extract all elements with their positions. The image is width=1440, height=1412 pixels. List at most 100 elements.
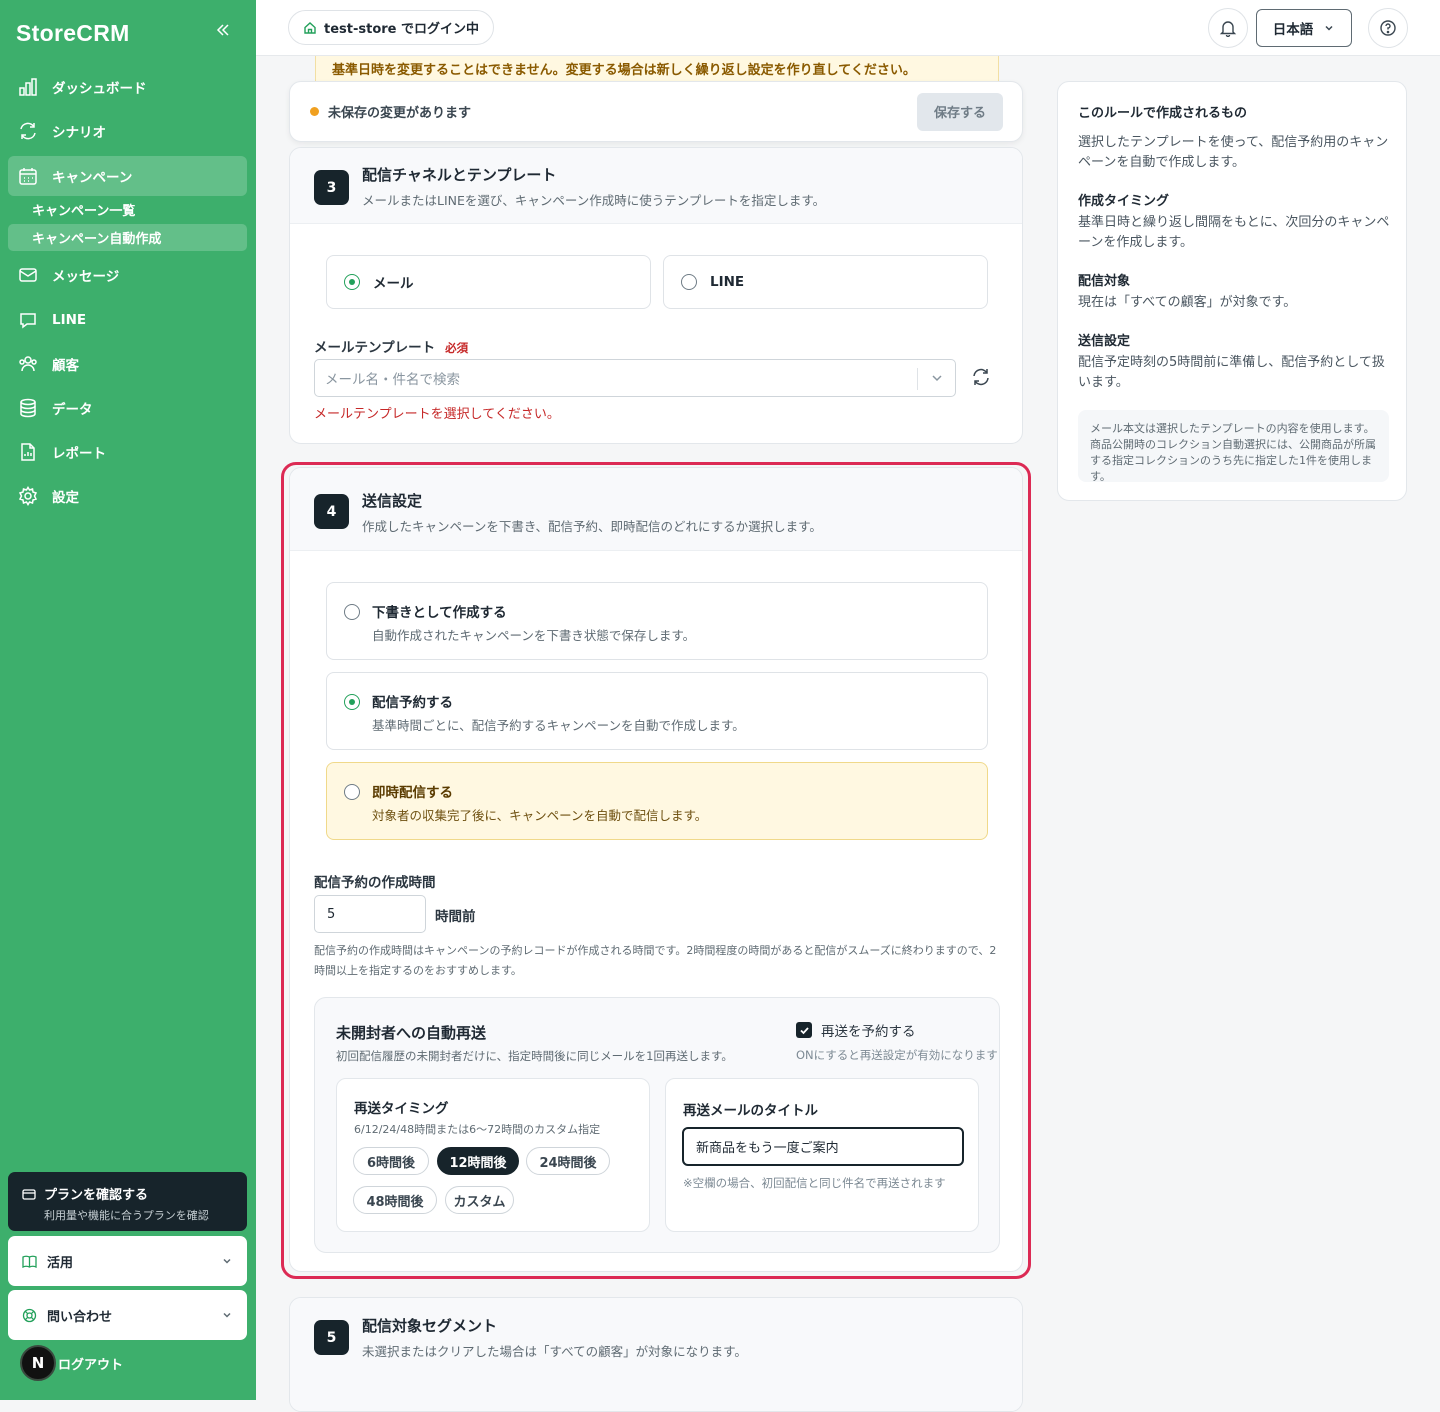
aside-intro: 選択したテンプレートを使って、配信予約用のキャンペーンを自動で作成します。	[1078, 135, 1389, 170]
collapse-sidebar-icon[interactable]	[215, 22, 231, 43]
sidebar-item-report[interactable]: レポート	[8, 432, 247, 472]
calendar-icon	[19, 168, 37, 185]
refresh-icon	[973, 368, 989, 386]
language-label: 日本語	[1272, 22, 1314, 38]
section-header: 3 配信チャネルとテンプレート メールまたはLINEを選び、キャンペーン作成時に…	[290, 148, 1022, 224]
sidebar-item-label: キャンペーン	[52, 170, 133, 186]
chevron-down-icon[interactable]	[930, 371, 944, 385]
channel-label: メール	[373, 276, 414, 292]
chevron-down-icon	[1325, 25, 1333, 31]
sidebar-item-label: LINE	[52, 312, 87, 328]
sidebar-item-data[interactable]: データ	[8, 388, 247, 428]
unsaved-text: 未保存の変更があります	[328, 106, 472, 121]
topbar: test-store でログイン中 日本語	[256, 0, 1440, 56]
sidebar-item-dashboard[interactable]: ダッシュボード	[8, 67, 247, 107]
sidebar-item-message[interactable]: メッセージ	[8, 255, 247, 295]
accordion-label: 活用	[47, 1255, 74, 1271]
section-title: 配信チャネルとテンプレート	[362, 166, 557, 184]
template-error: メールテンプレートを選択してください。	[314, 407, 560, 422]
select-divider	[917, 368, 918, 390]
sidebar-subitem-campaign-list[interactable]: キャンペーン一覧	[8, 196, 247, 223]
step-badge: 3	[314, 170, 349, 205]
section-header: 5 配信対象セグメント 未選択またはクリアした場合は「すべての顧客」が対象になり…	[290, 1298, 1022, 1411]
channel-mail-option[interactable]: メール	[326, 255, 651, 309]
sidebar: StoreCRM ダッシュボード シナリオ キャンペーン キャンペーン一覧 キャ…	[0, 0, 256, 1400]
sidebar-item-label: ダッシュボード	[52, 81, 147, 97]
chevron-down-icon	[223, 1258, 231, 1264]
language-select[interactable]: 日本語	[1256, 9, 1352, 47]
app-logo[interactable]: StoreCRM	[16, 20, 130, 47]
section-desc: 未選択またはクリアした場合は「すべての顧客」が対象になります。	[362, 1344, 747, 1359]
template-label-text: メールテンプレート	[314, 340, 436, 356]
logout-label: ログアウト	[58, 1357, 124, 1373]
accordion-contact[interactable]: 問い合わせ	[8, 1290, 247, 1340]
chat-icon	[20, 313, 36, 329]
aside-item-text: 基準日時と繰り返し間隔をもとに、次回分のキャンペーンを作成します。	[1078, 215, 1390, 250]
sidebar-item-label: データ	[52, 402, 93, 418]
help-button[interactable]	[1368, 8, 1408, 48]
book-icon	[22, 1255, 37, 1268]
sidebar-item-label: メッセージ	[52, 269, 120, 285]
unsaved-dot	[310, 107, 319, 116]
unsaved-bar: 未保存の変更があります 保存する	[289, 81, 1023, 142]
sidebar-item-line[interactable]: LINE	[8, 300, 247, 340]
select-placeholder: メール名・件名で検索	[325, 372, 460, 388]
chevron-down-icon	[223, 1312, 231, 1318]
gear-icon	[18, 486, 38, 506]
support-icon	[22, 1308, 37, 1322]
sidebar-item-scenario[interactable]: シナリオ	[8, 111, 247, 151]
aside-item-title: 配信対象	[1078, 274, 1131, 289]
mail-icon	[19, 268, 37, 282]
help-icon	[1380, 20, 1396, 36]
aside-item-text: 現在は「すべての顧客」が対象です。	[1078, 295, 1297, 310]
aside-heading: このルールで作成されるもの	[1078, 106, 1248, 121]
sidebar-item-campaign[interactable]: キャンペーン	[8, 156, 247, 196]
sidebar-item-label: 顧客	[52, 358, 79, 374]
radio-selected[interactable]	[344, 274, 360, 290]
radio[interactable]	[681, 274, 697, 290]
template-label: メールテンプレート 必須	[314, 336, 468, 356]
accordion-label: 問い合わせ	[47, 1309, 113, 1325]
sidebar-item-label: 設定	[52, 490, 79, 506]
notification-button[interactable]	[1208, 8, 1248, 48]
chart-bar-icon	[19, 78, 37, 96]
step-badge: 5	[314, 1320, 349, 1355]
section-segment: 5 配信対象セグメント 未選択またはクリアした場合は「すべての顧客」が対象になり…	[289, 1297, 1023, 1412]
store-login-pill[interactable]: test-store でログイン中	[288, 10, 495, 45]
required-badge: 必須	[445, 341, 469, 355]
accordion-usage[interactable]: 活用	[8, 1236, 247, 1286]
credit-card-icon	[22, 1188, 36, 1200]
logout-button[interactable]: N ログアウト	[20, 1345, 123, 1381]
channel-line-option[interactable]: LINE	[663, 255, 988, 309]
users-icon	[19, 356, 37, 372]
warning-banner: 基準日時を変更することはできません。変更する場合は新しく繰り返し設定を作り直して…	[315, 56, 999, 81]
refresh-templates-button[interactable]	[971, 367, 991, 391]
template-search-select[interactable]: メール名・件名で検索	[314, 359, 956, 397]
login-text: test-store でログイン中	[324, 22, 480, 37]
sidebar-item-settings[interactable]: 設定	[8, 476, 247, 516]
aside-note: メール本文は選択したテンプレートの内容を使用します。商品公開時のコレクション自動…	[1078, 410, 1389, 483]
sidebar-subitem-campaign-auto[interactable]: キャンペーン自動作成	[8, 224, 247, 251]
plan-desc: 利用量や機能に合うプランを確認	[44, 1209, 209, 1222]
sidebar-subitem-label: キャンペーン一覧	[32, 204, 136, 219]
aside-item-text: 配信予定時刻の5時間前に準備し、配信予約として扱います。	[1078, 355, 1385, 390]
aside-item-title: 作成タイミング	[1078, 194, 1170, 209]
database-icon	[20, 398, 36, 418]
sidebar-item-customers[interactable]: 顧客	[8, 344, 247, 384]
sidebar-item-label: シナリオ	[52, 125, 106, 141]
sidebar-item-label: レポート	[52, 446, 106, 462]
aside-item-title: 送信設定	[1078, 334, 1131, 349]
rule-summary-panel: このルールで作成されるもの 選択したテンプレートを使って、配信予約用のキャンペー…	[1057, 81, 1407, 501]
section-channel-template: 3 配信チャネルとテンプレート メールまたはLINEを選び、キャンペーン作成時に…	[289, 147, 1023, 444]
sidebar-subitem-label: キャンペーン自動作成	[32, 232, 162, 247]
plan-card[interactable]: プランを確認する 利用量や機能に合うプランを確認	[8, 1172, 247, 1231]
bell-icon	[1219, 21, 1237, 37]
plan-title: プランを確認する	[44, 1188, 149, 1203]
focus-highlight-frame	[281, 462, 1031, 1279]
section-title: 配信対象セグメント	[362, 1317, 498, 1335]
avatar: N	[20, 1345, 56, 1381]
save-button[interactable]: 保存する	[917, 92, 1003, 131]
cycle-icon	[20, 122, 36, 140]
section-desc: メールまたはLINEを選び、キャンペーン作成時に使うテンプレートを指定します。	[362, 193, 826, 208]
file-icon	[21, 443, 35, 461]
